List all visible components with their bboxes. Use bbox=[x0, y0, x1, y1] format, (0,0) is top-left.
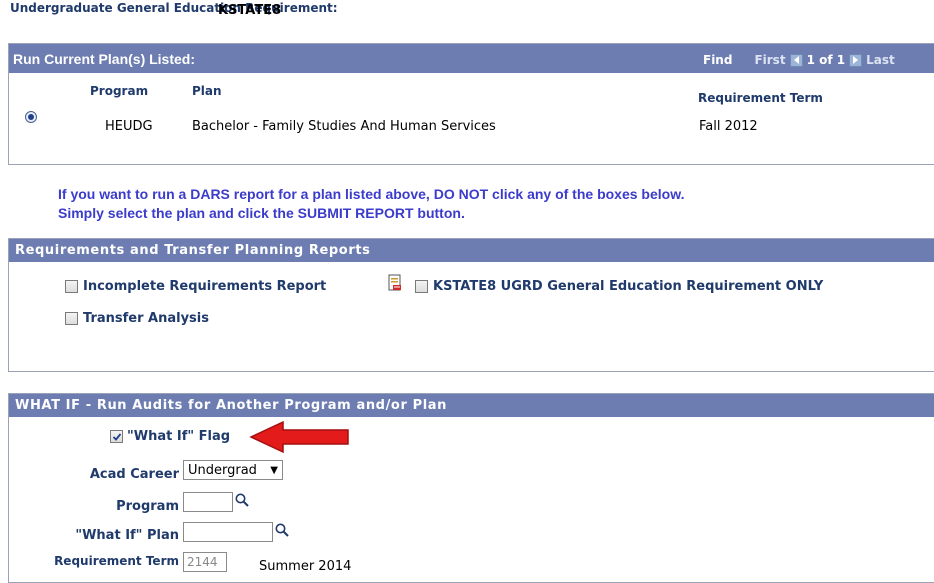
report-document-icon[interactable] bbox=[387, 274, 403, 296]
first-link[interactable]: First bbox=[754, 53, 785, 67]
row-count: 1 of 1 bbox=[806, 53, 846, 67]
term-column-header: Requirement Term bbox=[698, 91, 823, 105]
what-if-plan-input[interactable] bbox=[183, 522, 273, 542]
notice-line-2: Simply select the plan and click the SUB… bbox=[58, 205, 465, 221]
transfer-analysis-option[interactable]: Transfer Analysis bbox=[65, 311, 209, 326]
gen-ed-requirement-value: KSTATE8 bbox=[218, 3, 282, 18]
program-label: Program bbox=[116, 499, 179, 514]
chevron-down-icon: ▼ bbox=[270, 464, 278, 476]
requirement-term-label: Requirement Term bbox=[54, 554, 179, 568]
transfer-analysis-label: Transfer Analysis bbox=[83, 311, 209, 326]
next-row-icon[interactable] bbox=[849, 53, 863, 67]
checkmark-icon bbox=[112, 432, 121, 441]
what-if-flag-label: "What If" Flag bbox=[127, 429, 231, 444]
red-arrow-icon bbox=[249, 420, 351, 458]
plan-lookup-search-icon[interactable] bbox=[274, 522, 290, 542]
acad-career-label: Acad Career bbox=[89, 467, 179, 482]
incomplete-report-label: Incomplete Requirements Report bbox=[83, 279, 327, 294]
incomplete-report-option[interactable]: Incomplete Requirements Report bbox=[65, 279, 326, 294]
kstate8-report-option[interactable]: KSTATE8 UGRD General Education Requireme… bbox=[415, 279, 823, 294]
incomplete-report-checkbox[interactable] bbox=[65, 280, 78, 293]
what-if-panel: WHAT IF - Run Audits for Another Program… bbox=[8, 393, 934, 583]
grid-navigation: Find First 1 of 1 Last bbox=[703, 53, 895, 67]
plan-column-header: Plan bbox=[192, 84, 222, 98]
what-if-bar: WHAT IF - Run Audits for Another Program… bbox=[9, 394, 934, 417]
requirement-term-description: Summer 2014 bbox=[259, 559, 352, 574]
notice-line-1: If you want to run a DARS report for a p… bbox=[58, 186, 685, 202]
kstate8-report-checkbox[interactable] bbox=[415, 280, 428, 293]
what-if-flag-option[interactable]: "What If" Flag bbox=[110, 429, 230, 444]
program-column-header: Program bbox=[90, 84, 149, 98]
last-link[interactable]: Last bbox=[866, 53, 895, 67]
what-if-flag-checkbox[interactable] bbox=[110, 430, 123, 443]
kstate8-report-label: KSTATE8 UGRD General Education Requireme… bbox=[433, 279, 824, 294]
radio-selected-dot bbox=[28, 114, 34, 120]
program-input[interactable] bbox=[183, 492, 233, 512]
transfer-analysis-checkbox[interactable] bbox=[65, 312, 78, 325]
acad-career-select[interactable]: Undergrad ▼ bbox=[183, 460, 283, 480]
term-cell: Fall 2012 bbox=[699, 119, 758, 134]
current-plans-title: Run Current Plan(s) Listed: bbox=[13, 50, 196, 67]
program-cell: HEUDG bbox=[105, 119, 153, 134]
previous-row-icon[interactable] bbox=[789, 53, 803, 67]
program-lookup-search-icon[interactable] bbox=[234, 492, 250, 512]
plan-cell: Bachelor - Family Studies And Human Serv… bbox=[192, 119, 496, 134]
find-link[interactable]: Find bbox=[703, 53, 732, 67]
reports-panel: Requirements and Transfer Planning Repor… bbox=[8, 238, 934, 372]
current-plans-bar: Run Current Plan(s) Listed: Find First 1… bbox=[9, 44, 934, 73]
plan-select-radio[interactable] bbox=[25, 111, 37, 123]
reports-bar: Requirements and Transfer Planning Repor… bbox=[9, 239, 934, 262]
what-if-plan-label: "What If" Plan bbox=[75, 528, 179, 543]
acad-career-value: Undergrad bbox=[188, 462, 257, 478]
current-plans-panel: Run Current Plan(s) Listed: Find First 1… bbox=[8, 43, 934, 165]
requirement-term-input: 2144 bbox=[183, 552, 227, 572]
gen-ed-requirement-label: Undergraduate General Education Requirem… bbox=[10, 1, 338, 15]
